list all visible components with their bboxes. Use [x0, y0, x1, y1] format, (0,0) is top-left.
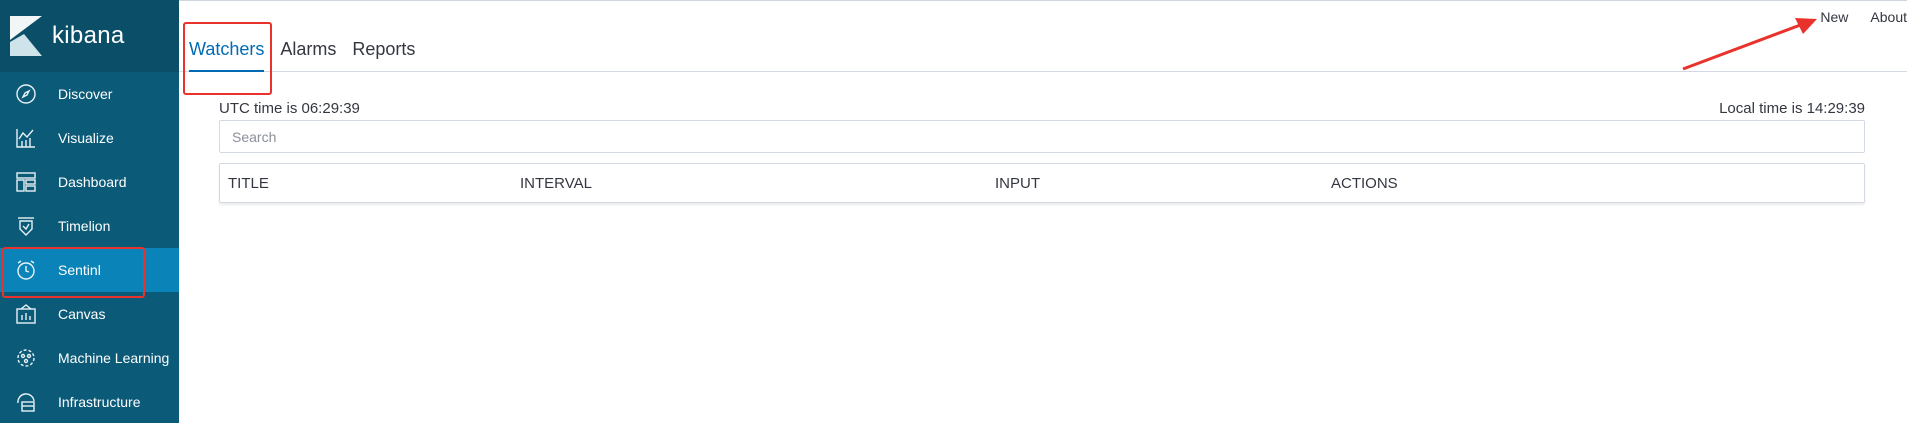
- chart-icon: [14, 126, 38, 150]
- about-link[interactable]: About: [1870, 9, 1907, 25]
- sidebar-item-timelion[interactable]: Timelion: [0, 204, 179, 248]
- sidebar-item-label: Discover: [58, 86, 113, 102]
- kibana-app: kibana Discover Visualize Dashboard Time…: [0, 0, 1907, 423]
- top-bar: Watchers Alarms Reports New About: [179, 0, 1907, 72]
- utc-time: UTC time is 06:29:39: [219, 100, 360, 117]
- kibana-logo-icon: [10, 16, 42, 56]
- column-header-interval[interactable]: INTERVAL: [520, 175, 592, 192]
- sidebar-item-canvas[interactable]: Canvas: [0, 292, 179, 336]
- column-header-title[interactable]: TITLE: [228, 175, 269, 192]
- watchers-panel: UTC time is 06:29:39 Local time is 14:29…: [219, 100, 1865, 203]
- brand-name: kibana: [52, 22, 125, 49]
- search-input[interactable]: [219, 120, 1865, 153]
- sidebar-item-discover[interactable]: Discover: [0, 72, 179, 116]
- sidebar-item-visualize[interactable]: Visualize: [0, 116, 179, 160]
- sidebar-item-label: Canvas: [58, 306, 106, 322]
- main-content: Watchers Alarms Reports New About UTC ti…: [179, 0, 1907, 423]
- local-time: Local time is 14:29:39: [1719, 100, 1865, 117]
- sidebar-item-label: Visualize: [58, 130, 114, 146]
- sidebar-item-label: Infrastructure: [58, 394, 141, 410]
- top-links: New About: [1820, 9, 1907, 25]
- table-header-row: TITLE INTERVAL INPUT ACTIONS: [220, 164, 1864, 202]
- sidebar-item-infrastructure[interactable]: Infrastructure: [0, 380, 179, 423]
- tab-reports[interactable]: Reports: [352, 39, 415, 72]
- compass-icon: [14, 82, 38, 106]
- infrastructure-icon: [14, 390, 38, 414]
- time-display: UTC time is 06:29:39 Local time is 14:29…: [219, 100, 1865, 120]
- machine-learning-icon: [14, 346, 38, 370]
- sidebar-item-label: Machine Learning: [58, 350, 170, 366]
- annotation-arrow: [1682, 18, 1817, 71]
- timelion-icon: [14, 214, 38, 238]
- sidebar: kibana Discover Visualize Dashboard Time…: [0, 0, 179, 423]
- sidebar-item-dashboard[interactable]: Dashboard: [0, 160, 179, 204]
- column-header-input[interactable]: INPUT: [995, 175, 1040, 192]
- column-header-actions[interactable]: ACTIONS: [1331, 175, 1398, 192]
- watchers-table: TITLE INTERVAL INPUT ACTIONS: [219, 163, 1865, 203]
- brand[interactable]: kibana: [0, 0, 179, 72]
- sidebar-item-label: Timelion: [58, 218, 111, 234]
- annotation-box-sentinl: [2, 247, 145, 298]
- dashboard-icon: [14, 170, 38, 194]
- canvas-icon: [14, 302, 38, 326]
- tab-alarms[interactable]: Alarms: [280, 39, 336, 72]
- sidebar-item-label: Dashboard: [58, 174, 127, 190]
- sidebar-item-machine-learning[interactable]: Machine Learning: [0, 336, 179, 380]
- annotation-box-watchers: [183, 22, 272, 95]
